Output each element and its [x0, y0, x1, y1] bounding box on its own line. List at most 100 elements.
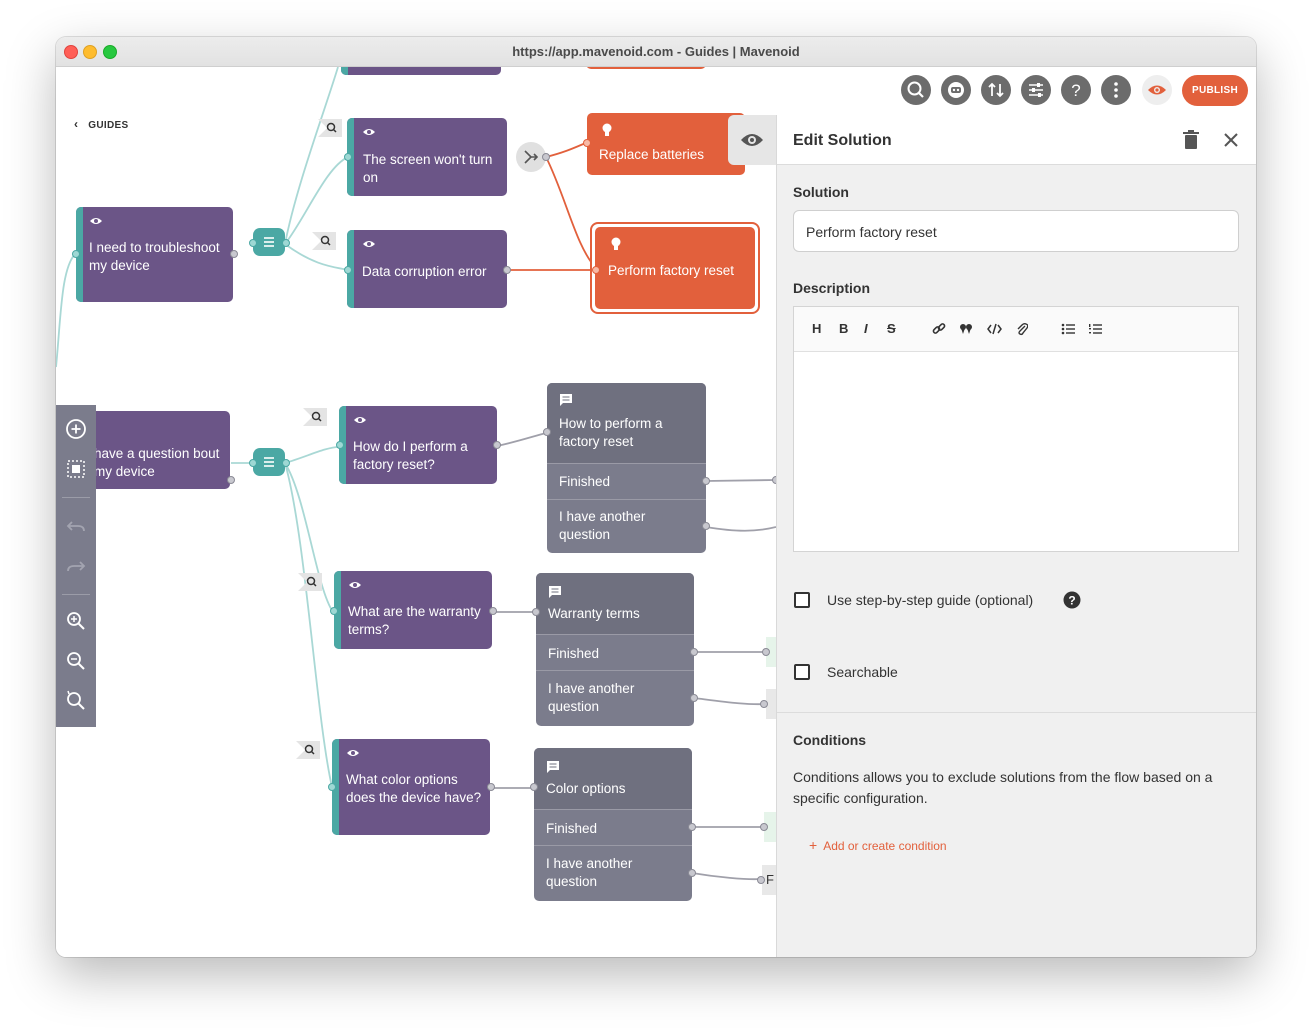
port[interactable]	[688, 823, 696, 831]
port[interactable]	[282, 239, 290, 247]
port[interactable]	[702, 477, 710, 485]
port[interactable]	[282, 459, 290, 467]
branch-hub[interactable]	[253, 448, 285, 476]
port[interactable]	[330, 607, 338, 615]
port[interactable]	[344, 153, 352, 161]
port[interactable]	[230, 250, 238, 258]
response-node-warranty[interactable]: Warranty terms Finished I have another q…	[536, 573, 694, 726]
help-button[interactable]: ?	[1061, 75, 1091, 105]
sort-button[interactable]	[981, 75, 1011, 105]
solution-input[interactable]: Perform factory reset	[793, 210, 1239, 252]
more-button[interactable]	[1101, 75, 1131, 105]
response-option[interactable]: Finished	[547, 463, 706, 500]
back-to-guides-link[interactable]: ‹ GUIDES	[74, 117, 128, 131]
settings-button[interactable]	[1021, 75, 1051, 105]
numbered-list-icon[interactable]	[1088, 323, 1102, 335]
port[interactable]	[72, 250, 80, 258]
port[interactable]	[760, 823, 768, 831]
publish-button[interactable]: PUBLISH	[1182, 75, 1248, 106]
port[interactable]	[493, 441, 501, 449]
select-area-icon[interactable]	[64, 457, 88, 481]
eye-icon	[741, 134, 763, 146]
code-icon[interactable]	[987, 322, 1002, 336]
port[interactable]	[762, 648, 770, 656]
flow-node-screen[interactable]: The screen won't turn on	[347, 118, 507, 196]
response-option[interactable]: I have another question	[534, 845, 692, 901]
response-option[interactable]: I have another question	[536, 670, 694, 726]
zoom-out-icon[interactable]	[64, 649, 88, 673]
svg-text:?: ?	[1068, 594, 1075, 608]
flow-canvas[interactable]: ‹ GUIDES I need to troubleshoot my device…	[56, 67, 776, 957]
response-header: Warranty terms	[536, 573, 694, 634]
link-icon[interactable]	[932, 322, 946, 336]
response-node-color[interactable]: Color options Finished I have another qu…	[534, 748, 692, 901]
port[interactable]	[532, 608, 540, 616]
description-editor[interactable]: H B I S	[793, 306, 1239, 552]
response-option[interactable]: Finished	[536, 634, 694, 671]
port[interactable]	[690, 694, 698, 702]
port[interactable]	[487, 783, 495, 791]
port[interactable]	[249, 459, 257, 467]
port[interactable]	[489, 607, 497, 615]
heading-button[interactable]: H	[812, 321, 821, 336]
port[interactable]	[583, 139, 591, 147]
flow-node-how-reset[interactable]: How do I perform a factory reset?	[339, 406, 497, 484]
port[interactable]	[328, 783, 336, 791]
response-option[interactable]: I have another question	[547, 499, 706, 553]
attachment-icon[interactable]	[1016, 322, 1028, 336]
port[interactable]	[543, 428, 551, 436]
eye-icon	[347, 750, 359, 756]
undo-icon[interactable]	[64, 513, 88, 537]
port[interactable]	[688, 869, 696, 877]
eye-icon	[90, 218, 102, 224]
solution-node-partial[interactable]	[586, 67, 706, 69]
add-node-icon[interactable]	[64, 417, 88, 441]
strikethrough-button[interactable]: S	[887, 321, 896, 336]
port[interactable]	[760, 700, 768, 708]
port[interactable]	[542, 153, 550, 161]
eye-icon	[363, 129, 375, 135]
port[interactable]	[227, 476, 235, 484]
port[interactable]	[592, 266, 600, 274]
flow-node-warranty[interactable]: What are the warranty terms?	[334, 571, 492, 649]
lightbulb-icon	[602, 123, 612, 136]
bot-button[interactable]	[941, 75, 971, 105]
solution-node-factory-reset[interactable]: Perform factory reset	[595, 227, 755, 309]
searchable-checkbox[interactable]	[794, 664, 810, 680]
trash-icon[interactable]	[1182, 130, 1200, 150]
search-button[interactable]	[901, 75, 931, 105]
flow-node-troubleshoot[interactable]: I need to troubleshoot my device	[76, 207, 233, 302]
branch-hub[interactable]	[253, 228, 285, 256]
flow-node-color[interactable]: What color options does the device have?	[332, 739, 490, 835]
flow-node-partial[interactable]	[341, 67, 501, 75]
zoom-in-icon[interactable]	[64, 609, 88, 633]
preview-toggle[interactable]	[728, 115, 776, 165]
chat-bubble-icon	[549, 586, 561, 598]
port[interactable]	[530, 783, 538, 791]
port[interactable]	[249, 239, 257, 247]
redo-icon[interactable]	[64, 553, 88, 577]
close-icon[interactable]	[1223, 132, 1239, 148]
port[interactable]	[690, 648, 698, 656]
preview-button[interactable]	[1142, 75, 1172, 105]
bold-button[interactable]: B	[839, 321, 848, 336]
italic-button[interactable]: I	[864, 321, 868, 336]
solution-node-replace[interactable]: Replace batteries	[587, 113, 745, 175]
port[interactable]	[336, 441, 344, 449]
flow-node-question[interactable]: have a question bout my device	[88, 411, 230, 489]
searchable-label: Searchable	[827, 664, 898, 680]
port[interactable]	[702, 522, 710, 530]
response-option[interactable]: Finished	[534, 809, 692, 846]
bullet-list-icon[interactable]	[1061, 323, 1075, 335]
flow-node-corruption[interactable]: Data corruption error	[347, 230, 507, 308]
zoom-reset-icon[interactable]	[64, 689, 88, 713]
add-condition-button[interactable]: + Add or create condition	[809, 837, 947, 853]
sort-icon	[988, 82, 1004, 98]
step-guide-checkbox[interactable]	[794, 592, 810, 608]
response-node-factory-reset[interactable]: How to perform a factory reset Finished …	[547, 383, 706, 553]
help-icon[interactable]: ?	[1063, 591, 1081, 609]
port[interactable]	[757, 876, 765, 884]
quote-icon[interactable]	[959, 322, 973, 336]
port[interactable]	[503, 266, 511, 274]
port[interactable]	[344, 266, 352, 274]
